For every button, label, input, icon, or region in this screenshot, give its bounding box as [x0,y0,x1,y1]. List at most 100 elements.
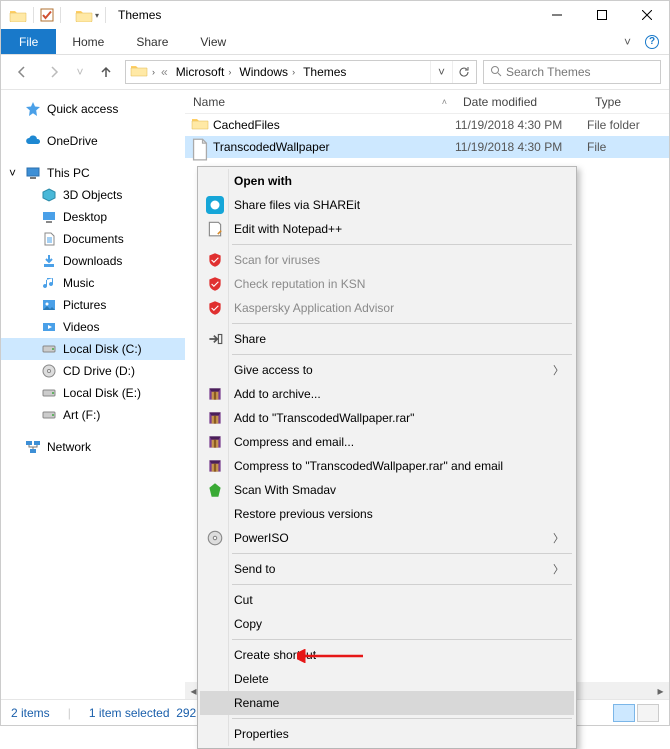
breadcrumb-segment[interactable]: Themes [299,61,350,83]
file-date: 11/19/2018 4:30 PM [455,118,587,132]
up-button[interactable] [93,59,119,85]
share-icon [206,330,224,348]
file-row[interactable]: TranscodedWallpaper 11/19/2018 4:30 PM F… [185,136,669,158]
minimize-button[interactable] [534,1,579,29]
sidebar-item[interactable]: Local Disk (E:) [1,382,185,404]
ribbon-expand-icon[interactable]: ˅ [624,35,631,49]
tab-share[interactable]: Share [120,29,184,54]
star-icon [25,101,41,117]
menu-item[interactable]: Scan With Smadav [200,478,574,502]
sidebar-network[interactable]: Network [1,436,185,458]
address-dropdown-icon[interactable]: ˅ [430,61,452,83]
tab-home[interactable]: Home [56,29,120,54]
folder-icon [130,63,148,81]
menu-item-label: Copy [234,617,262,631]
menu-item[interactable]: Restore previous versions [200,502,574,526]
sidebar-quick-access[interactable]: Quick access [1,98,185,120]
close-button[interactable] [624,1,669,29]
context-menu: Open withShare files via SHAREitEdit wit… [197,166,577,749]
network-icon [25,439,41,455]
tab-view[interactable]: View [184,29,242,54]
navigation-pane: Quick access OneDrive ˅ This PC 3D Objec… [1,90,185,699]
kaspersky-icon [206,275,224,293]
menu-item[interactable]: Add to archive... [200,382,574,406]
file-tab[interactable]: File [1,29,56,54]
title-bar: ▾ Themes [1,1,669,29]
file-icon [191,138,209,156]
sort-indicator-icon: ˄ [442,97,447,107]
menu-item[interactable]: Compress to "TranscodedWallpaper.rar" an… [200,454,574,478]
scroll-right-icon[interactable]: ▸ [652,682,669,699]
menu-item-label: Share [234,332,266,346]
sidebar-item[interactable]: Local Disk (C:) [1,338,185,360]
column-name[interactable]: Name˄ [185,95,455,109]
forward-button[interactable] [41,59,67,85]
maximize-button[interactable] [579,1,624,29]
sidebar-item[interactable]: Art (F:) [1,404,185,426]
recent-dropdown-icon[interactable]: ˅ [73,59,87,85]
breadcrumb-segment[interactable]: Windows› [235,61,299,83]
menu-item[interactable]: Share files via SHAREit [200,193,574,217]
qat-dropdown-icon[interactable]: ▾ [95,11,99,20]
address-bar[interactable]: › « Microsoft› Windows› Themes ˅ [125,60,477,84]
collapse-icon[interactable]: ˅ [9,166,16,180]
qat-properties-icon[interactable] [40,8,54,22]
qat-newfolder-icon[interactable] [75,6,93,24]
drive-icon [41,253,57,269]
sidebar-item[interactable]: Pictures [1,294,185,316]
sidebar-item[interactable]: Documents [1,228,185,250]
menu-item[interactable]: Scan for viruses [200,248,574,272]
menu-item[interactable]: Kaspersky Application Advisor [200,296,574,320]
window-title: Themes [118,8,161,22]
refresh-button[interactable] [452,61,474,83]
winrar-icon [206,409,224,427]
menu-item[interactable]: PowerISO〉 [200,526,574,550]
search-placeholder: Search Themes [506,65,591,79]
sidebar-this-pc[interactable]: This PC [1,162,185,184]
sidebar-item[interactable]: 3D Objects [1,184,185,206]
menu-item-label: Add to archive... [234,387,321,401]
drive-icon [41,363,57,379]
drive-icon [41,275,57,291]
menu-item[interactable]: Give access to〉 [200,358,574,382]
file-row[interactable]: CachedFiles 11/19/2018 4:30 PM File fold… [185,114,669,136]
menu-item[interactable]: Send to〉 [200,557,574,581]
sidebar-item[interactable]: Downloads [1,250,185,272]
menu-item[interactable]: Compress and email... [200,430,574,454]
column-date[interactable]: Date modified [455,95,587,109]
menu-item[interactable]: Add to "TranscodedWallpaper.rar" [200,406,574,430]
menu-item[interactable]: Edit with Notepad++ [200,217,574,241]
status-item-count: 2 items [11,706,50,720]
menu-item-label: Check reputation in KSN [234,277,365,291]
search-input[interactable]: Search Themes [483,60,661,84]
column-type[interactable]: Type [587,95,669,109]
drive-icon [41,209,57,225]
search-icon [490,65,502,80]
view-details-button[interactable] [613,704,635,722]
file-type: File folder [587,118,640,132]
sidebar-item[interactable]: CD Drive (D:) [1,360,185,382]
drive-icon [41,407,57,423]
menu-item-label: Scan for viruses [234,253,320,267]
menu-item[interactable]: Check reputation in KSN [200,272,574,296]
menu-item[interactable]: Delete [200,667,574,691]
menu-item[interactable]: Cut [200,588,574,612]
help-icon[interactable]: ? [645,35,659,49]
file-name: CachedFiles [213,118,455,132]
menu-item[interactable]: Rename [200,691,574,715]
back-button[interactable] [9,59,35,85]
menu-item-label: Delete [234,672,269,686]
drive-icon [41,385,57,401]
menu-separator [232,718,572,719]
menu-item[interactable]: Create shortcut [200,643,574,667]
menu-separator [232,323,572,324]
breadcrumb-segment[interactable]: Microsoft› [172,61,236,83]
sidebar-item[interactable]: Music [1,272,185,294]
sidebar-onedrive[interactable]: OneDrive [1,130,185,152]
menu-item[interactable]: Copy [200,612,574,636]
menu-item[interactable]: Share [200,327,574,351]
sidebar-item[interactable]: Desktop [1,206,185,228]
menu-item[interactable]: Open with [200,169,574,193]
sidebar-item[interactable]: Videos [1,316,185,338]
view-large-button[interactable] [637,704,659,722]
